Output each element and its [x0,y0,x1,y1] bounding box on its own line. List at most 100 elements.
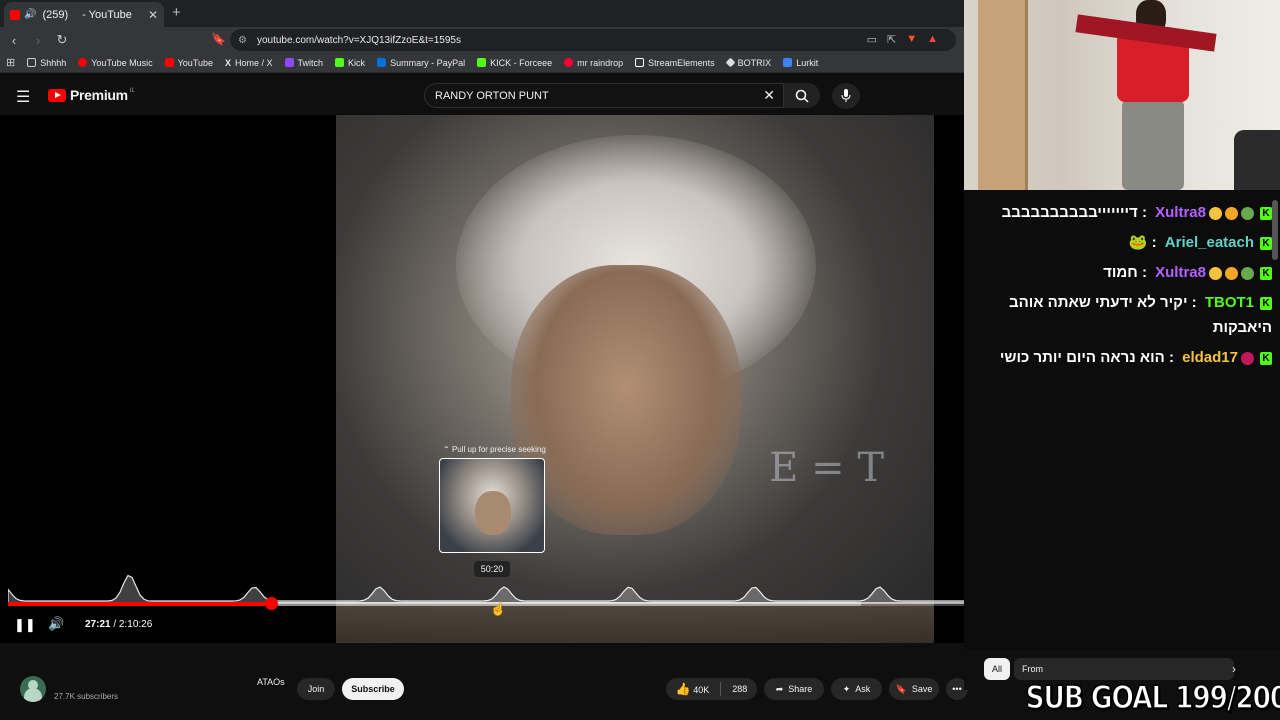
browser-tab[interactable]: 🔊 (259) - YouTube ✕ [4,2,164,27]
search-query: RANDY ORTON PUNT [435,89,549,102]
chevron-right-icon[interactable]: › [1232,662,1236,676]
bookmark-label: Kick [348,57,366,68]
chat-username[interactable]: TBOT1 [1205,294,1254,311]
bookmark-label: Shhhh [40,57,67,68]
chat-separator: : [1187,294,1201,311]
subscribe-button[interactable]: Subscribe [342,678,404,700]
address-bar-actions: ▭ ⇱ ▼ ▲ [867,33,938,46]
chat-separator: : [1147,234,1161,251]
cast-icon[interactable]: ▭ [867,33,877,46]
youtube-music-icon [78,58,88,67]
bookmark-item[interactable]: KICK - Forceee [477,58,552,68]
chalkboard-marks: E = T [769,445,884,491]
site-info-icon[interactable]: ⚙ [238,35,247,46]
brave-shield-icon[interactable]: ▼ [906,33,917,46]
kick-icon [335,58,345,67]
bookmark-item[interactable]: Lurkit [783,58,818,68]
chat-message: Keldad17 : הוא נראה היום יותר כושי [972,345,1272,370]
bookmark-item[interactable]: Twitch [284,57,324,68]
video-player[interactable]: E = T [0,115,964,643]
ask-button[interactable]: ✦ Ask [831,678,882,700]
bookmark-item[interactable]: mr raindrop [564,58,623,68]
bookmark-item[interactable]: Summary - PayPal [377,58,465,68]
bookmark-label: mr raindrop [577,57,624,68]
channel-avatar[interactable] [20,676,46,702]
like-button[interactable]: 👍 40K [676,682,709,696]
chat-badge-icon [1225,206,1238,220]
speaker-icon[interactable]: 🔊 [24,9,36,20]
browser-window: 🔊 (259) - YouTube ✕ + ‹ › ↻ 🔖 ⚙ youtube.… [0,0,964,720]
bookmark-item[interactable]: YouTube [164,57,213,68]
webcam-feed [964,0,1280,190]
logo-wordmark: Premium [70,87,128,103]
channel-name[interactable]: ATAOs [257,677,285,687]
video-content [511,265,741,535]
apps-grid-icon[interactable]: ⊞ [6,56,15,69]
bookmark-label: Lurkit [796,57,819,68]
bookmark-item[interactable]: Kick [335,58,365,68]
share-button[interactable]: ➦ Share [764,678,824,700]
chat-badge-icon [1209,266,1222,280]
forward-icon[interactable]: › [28,33,48,48]
bookmark-item[interactable]: StreamElements [635,58,715,68]
filter-all-chip[interactable]: All [984,658,1011,680]
chat-scrollbar[interactable] [1272,200,1278,260]
chat-separator: : [1137,204,1152,221]
filter-from-chip[interactable]: From [1014,658,1234,680]
dislike-count[interactable]: 288 [732,684,747,694]
bookmark-label: YouTube [177,57,213,68]
stream-chat: K Xultra8 : דיייייייבבבבבבבבבב K Ariel_eata… [964,190,1280,650]
bookmark-item[interactable]: X Home / X [225,58,273,68]
tab-count: (259) [42,8,69,21]
ask-label: Ask [855,684,871,694]
rewards-icon[interactable]: ▲ [927,33,938,46]
share-page-icon[interactable]: ⇱ [887,33,896,46]
chat-username[interactable]: Xultra8 [1155,204,1206,221]
save-button[interactable]: 🔖 Save [889,678,939,700]
chat-username[interactable]: Xultra8 [1155,264,1206,281]
reload-icon[interactable]: ↻ [52,32,72,48]
new-tab-icon[interactable]: + [172,4,181,21]
country-code: IL [129,88,135,94]
chat-username[interactable]: eldad17 [1182,349,1238,366]
video-frame[interactable]: E = T [336,115,934,643]
url-text: youtube.com/watch?v=XJQ13ifZzoE&t=1595s [256,34,461,46]
youtube-logo[interactable]: Premium IL [48,87,135,103]
chat-username[interactable]: Ariel_eatach [1165,234,1254,251]
bookmark-label: Twitch [297,57,324,68]
share-label: Share [788,684,813,694]
kick-icon: K [1260,206,1272,220]
youtube-header: ☰ Premium IL RANDY ORTON PUNT ✕ [0,77,964,115]
menu-icon[interactable]: ☰ [16,87,30,107]
webcam-content [978,0,1028,190]
voice-search-button[interactable] [832,83,860,109]
bookmark-item[interactable]: YouTube Music [78,57,153,68]
bookmark-label: Summary - PayPal [390,57,466,68]
youtube-icon [164,58,174,67]
search-input[interactable]: RANDY ORTON PUNT ✕ [424,83,784,108]
bookmark-item[interactable]: BOTRIX [725,57,772,68]
video-meta: ATAOs 27.7K subscribers Join Subscribe 👍… [0,643,968,720]
chat-badge-icon [1241,351,1254,365]
bookmark-label: YouTube Music [91,57,153,68]
back-icon[interactable]: ‹ [4,33,24,48]
bookmark-label: KICK - Forceee [490,57,553,68]
join-button[interactable]: Join [297,678,335,700]
chat-badge-icon [1225,266,1238,280]
chat-message-text: הוא נראה היום יותר כושי [999,349,1165,366]
bookmark-label: BOTRIX [737,57,772,68]
close-tab-icon[interactable]: ✕ [148,8,158,22]
webcam-content [1234,130,1280,190]
paypal-icon [377,58,387,67]
chat-badge-icon [1241,206,1254,220]
kick-icon: K [1260,351,1272,365]
clear-search-icon[interactable]: ✕ [763,87,775,104]
youtube-favicon-icon [10,9,20,20]
address-bar[interactable]: ⚙ youtube.com/watch?v=XJQ13ifZzoE&t=1595… [230,29,956,51]
bookmark-item[interactable]: Shhhh [27,58,66,68]
search-button[interactable] [784,83,820,108]
bookmark-page-icon[interactable]: 🔖 [211,32,226,46]
screen: 🔊 (259) - YouTube ✕ + ‹ › ↻ 🔖 ⚙ youtube.… [0,0,1280,720]
chat-message-text: חמוד [1103,264,1138,281]
lurkit-icon [783,58,793,67]
